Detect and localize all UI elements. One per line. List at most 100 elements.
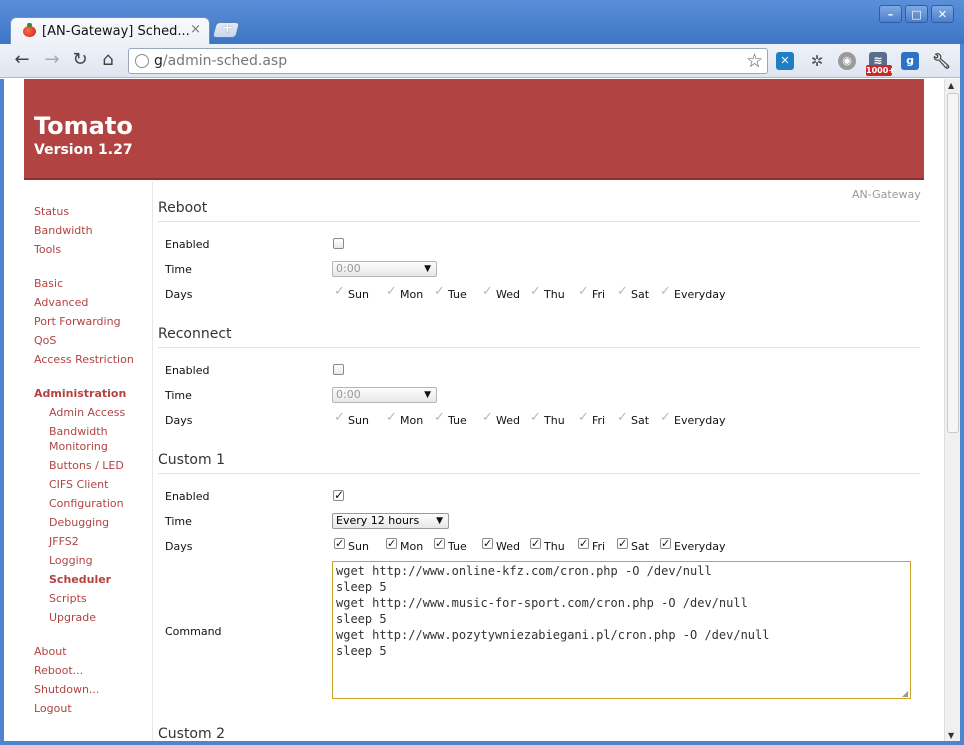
nav-bandwidth-monitoring-line2[interactable]: Monitoring — [49, 440, 108, 453]
custom1-enabled-label: Enabled — [165, 490, 210, 503]
reboot-enabled-checkbox[interactable] — [333, 238, 344, 249]
day-checkbox-2[interactable]: ✓ — [434, 411, 446, 424]
day-checkbox-7[interactable]: ✓ — [660, 285, 672, 298]
nav-advanced[interactable]: Advanced — [34, 296, 88, 309]
section-divider — [158, 221, 920, 222]
nav-qos[interactable]: QoS — [34, 334, 56, 347]
page-header: Tomato Version 1.27 — [24, 79, 924, 180]
nav-debugging[interactable]: Debugging — [49, 516, 109, 529]
url-text[interactable]: g/admin-sched.asp — [154, 53, 287, 69]
dropdown-arrow-icon: ▼ — [424, 390, 431, 400]
router-hostname: AN-Gateway — [852, 188, 921, 201]
nav-port-forwarding[interactable]: Port Forwarding — [34, 315, 121, 328]
nav-scheduler[interactable]: Scheduler — [49, 573, 111, 586]
nav-status[interactable]: Status — [34, 205, 69, 218]
nav-logout[interactable]: Logout — [34, 702, 72, 715]
day-checkbox-2[interactable]: ✓ — [434, 538, 445, 549]
section-divider — [158, 473, 920, 474]
custom1-time-select[interactable]: Every 12 hours ▼ — [332, 513, 449, 529]
day-checkbox-5[interactable]: ✓ — [578, 285, 590, 298]
day-label: Fri — [592, 540, 606, 553]
day-checkbox-0[interactable]: ✓ — [334, 411, 346, 424]
day-checkbox-3[interactable]: ✓ — [482, 411, 494, 424]
day-checkbox-5[interactable]: ✓ — [578, 538, 589, 549]
forward-arrow-icon[interactable]: → — [42, 50, 62, 70]
vertical-scrollbar[interactable]: ▲ ▼ — [944, 79, 960, 745]
back-arrow-icon[interactable]: ← — [12, 50, 32, 70]
nav-shutdown[interactable]: Shutdown... — [34, 683, 99, 696]
custom1-enabled-checkbox[interactable] — [333, 488, 344, 502]
reboot-time-select[interactable]: 0:00 ▼ — [332, 261, 437, 277]
day-checkbox-0[interactable]: ✓ — [334, 285, 346, 298]
dropdown-arrow-icon: ▼ — [436, 516, 443, 526]
day-checkbox-6[interactable]: ✓ — [617, 538, 628, 549]
day-checkbox-7[interactable]: ✓ — [660, 538, 671, 549]
scrollbar-thumb[interactable] — [947, 93, 959, 433]
day-checkbox-6[interactable]: ✓ — [617, 411, 629, 424]
day-checkbox-2[interactable]: ✓ — [434, 285, 446, 298]
close-window-button[interactable]: ✕ — [931, 5, 954, 23]
browser-tab[interactable]: [AN-Gateway] Sched... × — [10, 17, 210, 44]
day-checkbox-3[interactable]: ✓ — [482, 285, 494, 298]
day-checkbox-4[interactable]: ✓ — [530, 538, 541, 549]
reload-icon[interactable]: ↻ — [70, 50, 90, 70]
home-icon[interactable]: ⌂ — [98, 50, 118, 70]
day-checkbox-5[interactable]: ✓ — [578, 411, 590, 424]
day-checkbox-1[interactable]: ✓ — [386, 411, 398, 424]
custom1-command-textarea[interactable]: wget http://www.online-kfz.com/cron.php … — [332, 561, 911, 699]
extension-x-icon[interactable]: ✕ — [776, 52, 794, 70]
day-checkbox-6[interactable]: ✓ — [617, 285, 629, 298]
day-checkbox-4[interactable]: ✓ — [530, 285, 542, 298]
reboot-enabled-label: Enabled — [165, 238, 210, 251]
nav-logging[interactable]: Logging — [49, 554, 93, 567]
day-label: Tue — [448, 414, 467, 427]
extension-circle-icon[interactable]: ◉ — [838, 52, 856, 70]
day-checkbox-3[interactable]: ✓ — [482, 538, 493, 549]
day-label: Fri — [592, 288, 606, 301]
sidebar-nav: Status Bandwidth Tools Basic Advanced Po… — [24, 182, 153, 745]
nav-buttons-led[interactable]: Buttons / LED — [49, 459, 124, 472]
nav-about[interactable]: About — [34, 645, 67, 658]
wrench-icon[interactable]: 🔧︎ — [932, 52, 951, 70]
reconnect-time-select[interactable]: 0:00 ▼ — [332, 387, 437, 403]
address-bar[interactable]: g/admin-sched.asp ☆ — [128, 48, 768, 74]
nav-basic[interactable]: Basic — [34, 277, 63, 290]
nav-bandwidth[interactable]: Bandwidth — [34, 224, 93, 237]
day-label: Wed — [496, 288, 520, 301]
day-checkbox-1[interactable]: ✓ — [386, 285, 398, 298]
scroll-down-icon[interactable]: ▼ — [948, 731, 954, 740]
window-titlebar: [AN-Gateway] Sched... × + – □ ✕ — [0, 0, 964, 44]
day-checkbox-7[interactable]: ✓ — [660, 411, 672, 424]
nav-configuration[interactable]: Configuration — [49, 497, 124, 510]
day-checkbox-0[interactable]: ✓ — [334, 538, 345, 549]
scroll-up-icon[interactable]: ▲ — [948, 81, 954, 90]
new-tab-button[interactable]: + — [211, 20, 241, 38]
day-checkbox-4[interactable]: ✓ — [530, 411, 542, 424]
nav-upgrade[interactable]: Upgrade — [49, 611, 96, 624]
nav-bandwidth-monitoring[interactable]: Bandwidth — [49, 425, 108, 438]
nav-jffs2[interactable]: JFFS2 — [49, 535, 79, 548]
nav-administration[interactable]: Administration — [34, 387, 126, 400]
minimize-button[interactable]: – — [879, 5, 902, 23]
bookmark-star-icon[interactable]: ☆ — [746, 50, 763, 72]
nav-tools[interactable]: Tools — [34, 243, 61, 256]
reconnect-enabled-checkbox[interactable] — [333, 364, 344, 375]
resize-grip-icon[interactable]: ◢ — [902, 689, 943, 744]
day-label: Mon — [400, 288, 424, 301]
maximize-button[interactable]: □ — [905, 5, 928, 23]
nav-admin-access[interactable]: Admin Access — [49, 406, 125, 419]
extension-google-icon[interactable]: g — [901, 52, 919, 70]
nav-access-restriction[interactable]: Access Restriction — [34, 353, 134, 366]
extension-bug-icon[interactable]: ✲ — [808, 52, 826, 70]
custom1-time-label: Time — [165, 515, 192, 528]
nav-cifs-client[interactable]: CIFS Client — [49, 478, 108, 491]
window-controls: – □ ✕ — [879, 5, 954, 23]
tab-close-icon[interactable]: × — [190, 22, 201, 37]
page-title: Tomato — [34, 112, 133, 140]
day-checkbox-1[interactable]: ✓ — [386, 538, 397, 549]
reboot-section-title: Reboot — [158, 200, 208, 216]
nav-scripts[interactable]: Scripts — [49, 592, 87, 605]
nav-reboot[interactable]: Reboot... — [34, 664, 83, 677]
window-border — [0, 741, 964, 745]
dropdown-arrow-icon: ▼ — [424, 264, 431, 274]
